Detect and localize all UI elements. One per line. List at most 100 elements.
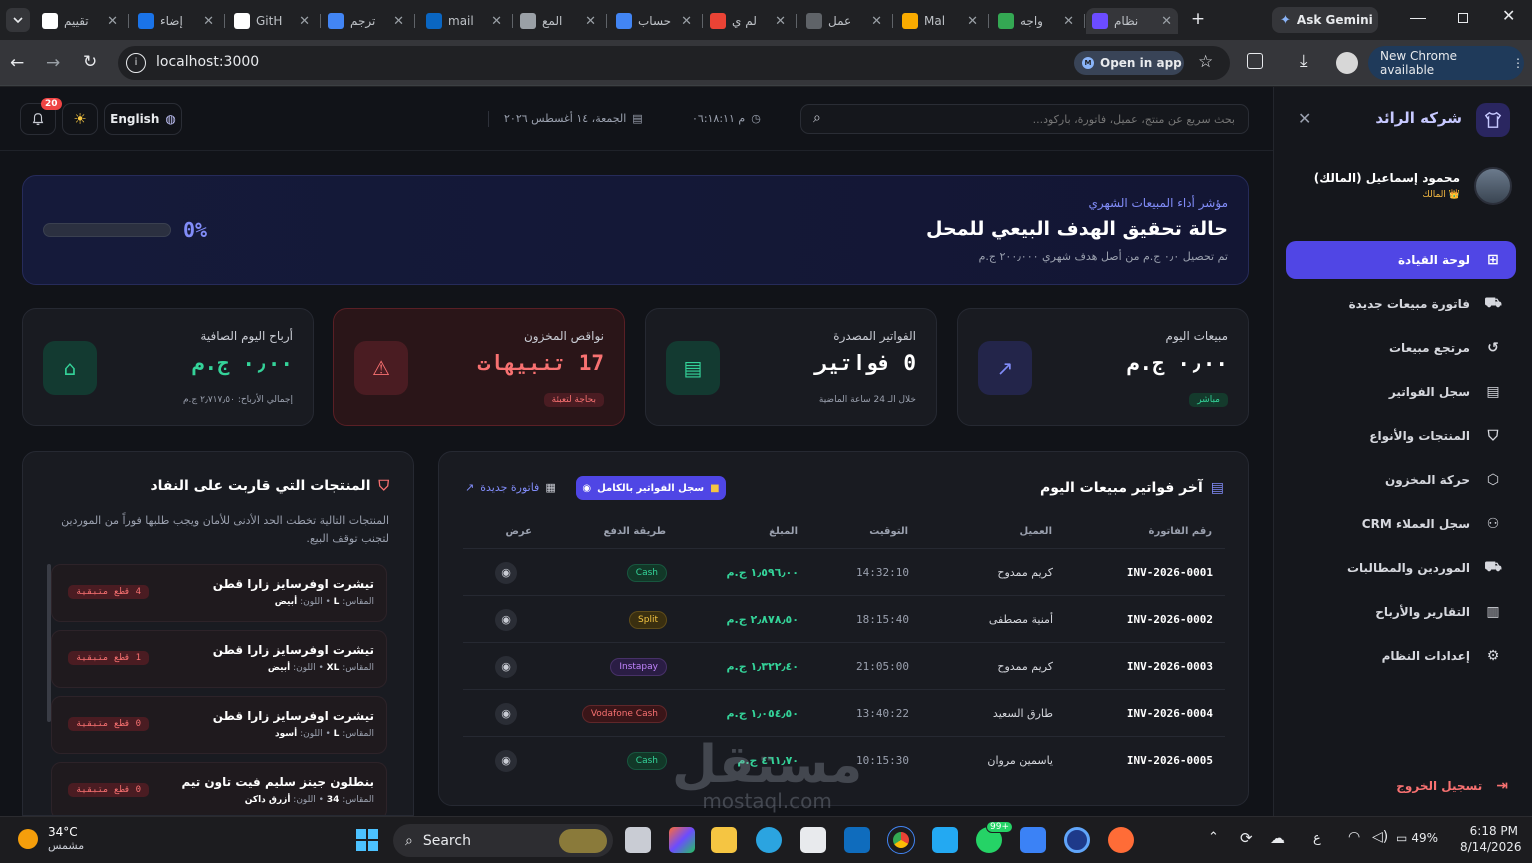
sidebar-item[interactable]: ⚙ إعدادات النظام — [1286, 637, 1516, 675]
invoice-id[interactable]: INV-2026-0005 — [1127, 737, 1213, 784]
tray-chevron-icon[interactable]: ⌃ — [1208, 830, 1219, 845]
browser-tab[interactable]: حساب ✕ — [610, 8, 698, 34]
clock[interactable]: 6:18 PM 8/14/2026 — [1460, 824, 1522, 854]
language-button[interactable]: English ◍ — [104, 103, 182, 135]
browser-tab[interactable]: المع ✕ — [514, 8, 602, 34]
invoice-id[interactable]: INV-2026-0004 — [1127, 690, 1213, 737]
minimize-button[interactable] — [1410, 10, 1426, 26]
low-stock-item[interactable]: تيشرت اوفرسايز زارا قطن المقاس: XL • الل… — [51, 630, 387, 688]
tab-close-icon[interactable]: ✕ — [1063, 14, 1074, 29]
wifi-icon[interactable]: ◠ — [1348, 829, 1360, 845]
vpn-icon[interactable] — [1064, 827, 1090, 853]
sidebar-close-button[interactable]: ✕ — [1298, 109, 1311, 128]
logout-button[interactable]: ⇥ تسجيل الخروج — [1396, 778, 1508, 794]
back-button[interactable]: ← — [10, 53, 24, 73]
browser-tab[interactable]: Mal ✕ — [896, 8, 984, 34]
new-tab-button[interactable]: + — [1188, 9, 1208, 29]
chrome-icon[interactable] — [887, 826, 915, 854]
low-stock-item[interactable]: تيشرت اوفرسايز زارا قطن المقاس: L • اللو… — [51, 696, 387, 754]
restore-button[interactable] — [1458, 13, 1468, 23]
tab-close-icon[interactable]: ✕ — [491, 14, 502, 29]
reload-button[interactable]: ↻ — [83, 52, 97, 72]
tab-close-icon[interactable]: ✕ — [681, 14, 692, 29]
sidebar-item[interactable]: ⚇ سجل العملاء CRM — [1286, 505, 1516, 543]
store-icon[interactable] — [800, 827, 826, 853]
tab-close-icon[interactable]: ✕ — [967, 14, 978, 29]
search-input[interactable] — [835, 109, 1235, 129]
theme-toggle-button[interactable]: ☀ — [62, 103, 98, 135]
file-explorer-icon[interactable] — [711, 827, 737, 853]
sidebar-item[interactable]: ⛉ المنتجات والأنواع — [1286, 417, 1516, 455]
tab-close-icon[interactable]: ✕ — [585, 14, 596, 29]
browser-tab[interactable]: واجه ✕ — [992, 8, 1080, 34]
sidebar-item[interactable]: ⛟ الموردين والمطالبات — [1286, 549, 1516, 587]
tab-close-icon[interactable]: ✕ — [1161, 14, 1172, 29]
tab-close-icon[interactable]: ✕ — [871, 14, 882, 29]
sidebar-item[interactable]: ↺ مرتجع مبيعات — [1286, 329, 1516, 367]
open-in-app-button[interactable]: M Open in app — [1074, 51, 1184, 75]
paint-icon[interactable] — [1020, 827, 1046, 853]
sync-icon[interactable]: ⟳ — [1240, 829, 1253, 847]
edge-icon[interactable] — [756, 827, 782, 853]
browser-tab[interactable]: GitH ✕ — [228, 8, 316, 34]
outlook-icon[interactable] — [844, 827, 870, 853]
invoice-id[interactable]: INV-2026-0002 — [1127, 596, 1213, 643]
view-invoice-button[interactable]: ◉ — [495, 643, 517, 690]
view-invoice-button[interactable]: ◉ — [495, 690, 517, 737]
browser-tab[interactable]: ترجم ✕ — [322, 8, 410, 34]
sidebar-item[interactable]: ⊞ لوحة القيادة — [1286, 241, 1516, 279]
eye-icon: ◉ — [495, 561, 517, 584]
profile-avatar[interactable] — [1336, 52, 1358, 74]
download-icon[interactable]: ⤓ — [1300, 51, 1308, 71]
site-info-icon[interactable]: i — [126, 53, 146, 73]
tab-close-icon[interactable]: ✕ — [775, 14, 786, 29]
start-button[interactable] — [356, 829, 378, 851]
close-window-button[interactable]: ✕ — [1502, 6, 1515, 25]
browser-tab[interactable]: لم ي ✕ — [704, 8, 792, 34]
tab-close-icon[interactable]: ✕ — [393, 14, 404, 29]
tab-close-icon[interactable]: ✕ — [107, 14, 118, 29]
sidebar-item[interactable]: ▥ التقارير والأرباح — [1286, 593, 1516, 631]
low-stock-item[interactable]: بنطلون جينز سليم فيت تاون تيم المقاس: 34… — [51, 762, 387, 815]
browser-tab[interactable]: mail ✕ — [420, 8, 508, 34]
view-invoice-button[interactable]: ◉ — [495, 737, 517, 784]
whatsapp-badge: 99+ — [986, 821, 1013, 833]
postman-icon[interactable] — [1108, 827, 1134, 853]
vscode-icon[interactable] — [932, 827, 958, 853]
bookmark-star-icon[interactable]: ☆ — [1198, 52, 1213, 72]
extensions-icon[interactable] — [1247, 53, 1263, 69]
whatsapp-icon[interactable]: 99+ — [976, 821, 1013, 853]
sidebar-item[interactable]: ⛟ فاتورة مبيعات جديدة — [1286, 285, 1516, 323]
input-language[interactable]: ع — [1313, 831, 1321, 846]
weather-widget[interactable]: 34°C مشمس — [18, 825, 84, 852]
tab-search-button[interactable] — [6, 8, 30, 32]
tab-close-icon[interactable]: ✕ — [299, 14, 310, 29]
tab-close-icon[interactable]: ✕ — [203, 14, 214, 29]
task-view-icon[interactable] — [625, 827, 651, 853]
cloud-icon[interactable]: ☁ — [1270, 829, 1285, 847]
new-invoice-link[interactable]: ▦ فاتورة جديدة ↗ — [465, 481, 556, 494]
invoice-id[interactable]: INV-2026-0001 — [1127, 549, 1213, 596]
view-invoice-button[interactable]: ◉ — [495, 596, 517, 643]
office-icon[interactable] — [669, 827, 695, 853]
sidebar-item[interactable]: ⬡ حركة المخزون — [1286, 461, 1516, 499]
browser-tab[interactable]: إضاء ✕ — [132, 8, 220, 34]
sidebar-item-label: سجل العملاء CRM — [1361, 517, 1470, 531]
battery-indicator[interactable]: ▭ 49% — [1396, 831, 1438, 845]
browser-tab[interactable]: نظام ✕ — [1086, 8, 1178, 34]
taskbar-search[interactable]: ⌕ Search — [393, 824, 613, 857]
address-bar[interactable]: i localhost:3000 M Open in app ☆ — [118, 46, 1230, 80]
view-all-invoices-button[interactable]: ■ سجل الفواتير بالكامل ◉ — [576, 476, 726, 500]
low-stock-item[interactable]: تيشرت اوفرسايز زارا قطن المقاس: L • اللو… — [51, 564, 387, 622]
browser-tab[interactable]: تقييم ✕ — [36, 8, 124, 34]
new-chrome-button[interactable]: New Chrome available ⋮ — [1368, 46, 1524, 80]
notifications-button[interactable]: 20 — [20, 98, 62, 135]
invoice-id[interactable]: INV-2026-0003 — [1127, 643, 1213, 690]
search-box[interactable]: ⌕ — [800, 104, 1249, 134]
browser-tab[interactable]: عمل ✕ — [800, 8, 888, 34]
view-invoice-button[interactable]: ◉ — [495, 549, 517, 596]
sidebar-item[interactable]: ▤ سجل الفواتير — [1286, 373, 1516, 411]
volume-icon[interactable]: ◁) — [1372, 829, 1388, 845]
forward-button[interactable]: → — [46, 53, 60, 73]
ask-gemini-button[interactable]: ✦ Ask Gemini — [1272, 7, 1378, 33]
